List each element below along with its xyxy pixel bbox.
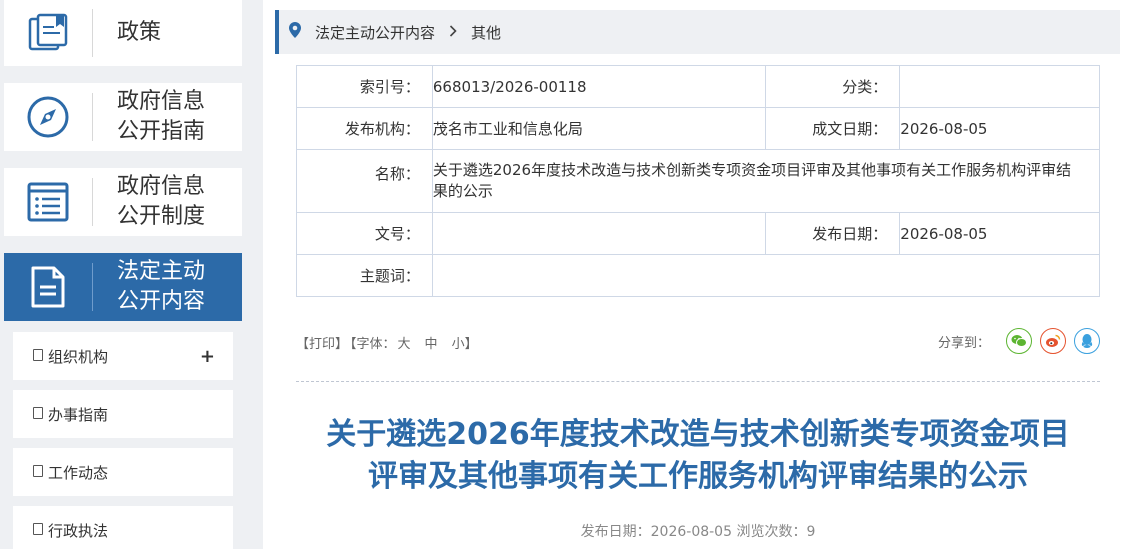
share-bar: 分享到： (938, 328, 1100, 354)
keywords-value (431, 254, 1101, 297)
list-icon (4, 168, 92, 236)
chevron-right-icon (449, 23, 457, 41)
nav-label: 政府信息 公开制度 (93, 172, 205, 232)
document-meta-table: 索引号： 668013/2026-00118 分类： 发布机构： 茂名市工业和信… (296, 65, 1101, 297)
policy-book-icon (4, 0, 92, 66)
font-tools: 【打印】 【字体：大中小】 (296, 333, 480, 352)
publisher-value: 茂名市工业和信息化局 (431, 107, 767, 150)
keywords-label: 主题词： (296, 254, 433, 297)
name-value: 关于遴选2026年度技术改造与技术创新类专项资金项目评审及其他事项有关工作服务机… (431, 149, 1101, 213)
sub-item-label: 行政执法 (48, 521, 109, 540)
publish-date-value: 2026-08-05 (899, 212, 1100, 255)
nav-label-line1: 法定主动 (117, 259, 206, 284)
share-label: 分享到： (937, 335, 990, 351)
category-value (899, 65, 1100, 108)
article-title-line1: 关于遴选2026年度技术改造与技术创新类专项资金项目 (326, 417, 1070, 452)
nav-item-mandatory-disclosure[interactable]: 法定主动 公开内容 (4, 253, 242, 321)
compass-icon (4, 83, 92, 151)
index-label: 索引号： (296, 65, 433, 108)
font-large-button[interactable]: 大 (398, 337, 411, 352)
wechat-share-icon[interactable] (1006, 328, 1032, 354)
nav-label-line1: 政府信息 (117, 174, 206, 199)
sub-item-label: 组织机构 (48, 347, 109, 366)
doc-number-label: 文号： (296, 212, 433, 255)
created-date-label: 成文日期： (765, 107, 901, 150)
article-title: 关于遴选2026年度技术改造与技术创新类专项资金项目 评审及其他事项有关工作服务… (296, 414, 1100, 498)
name-label: 名称： (296, 149, 433, 213)
article-title-line2: 评审及其他事项有关工作服务机构评审结果的公示 (368, 459, 1028, 494)
sub-item-law-enforcement[interactable]: 行政执法 (13, 506, 233, 549)
article-toolbar: 【打印】 【字体：大中小】 分享到： (296, 328, 1100, 354)
location-pin-icon (289, 22, 301, 42)
sub-item-work-news[interactable]: 工作动态 (13, 448, 233, 496)
sub-item-label: 工作动态 (48, 463, 109, 482)
nav-item-disclosure-system[interactable]: 政府信息 公开制度 (4, 168, 242, 236)
nav-label-line2: 公开指南 (117, 119, 206, 144)
doc-number-value (431, 212, 767, 255)
print-button[interactable]: 【打印】 (296, 337, 348, 352)
nav-label: 法定主动 公开内容 (93, 257, 205, 317)
main-content: 法定主动公开内容 其他 索引号： 668013/2026-00118 分类： 发… (263, 0, 1141, 549)
breadcrumb: 法定主动公开内容 其他 (275, 10, 1120, 54)
font-size-label: 【字体： (350, 337, 396, 352)
document-icon (33, 523, 43, 535)
font-small-button[interactable]: 小 (452, 337, 465, 352)
breadcrumb-current: 其他 (471, 23, 502, 42)
breadcrumb-link[interactable]: 法定主动公开内容 (315, 22, 435, 43)
sidebar: 政策 政府信息 公开指南 政府信息 公开制度 法定主动 公开内容 组织机构 + … (0, 0, 250, 549)
nav-label: 政府信息 公开指南 (93, 87, 205, 147)
nav-label-line2: 公开制度 (117, 204, 206, 229)
article-publish-info: 发布日期：2026-08-05 浏览次数：9 (580, 524, 816, 540)
document-icon (33, 407, 43, 419)
weibo-share-icon[interactable] (1040, 328, 1066, 354)
sub-item-organization[interactable]: 组织机构 + (13, 332, 233, 380)
document-icon (33, 349, 43, 361)
publisher-label: 发布机构： (296, 107, 433, 150)
category-label: 分类： (765, 65, 901, 108)
expand-plus-icon[interactable]: + (200, 346, 215, 367)
created-date-value: 2026-08-05 (899, 107, 1100, 150)
nav-label-line2: 公开内容 (117, 289, 206, 314)
qq-share-icon[interactable] (1074, 328, 1100, 354)
divider (296, 381, 1100, 382)
sub-item-service-guide[interactable]: 办事指南 (13, 390, 233, 438)
nav-label: 政策 (117, 20, 162, 45)
font-size-close: 】 (464, 337, 478, 352)
nav-item-policy[interactable]: 政策 (4, 0, 242, 66)
font-medium-button[interactable]: 中 (425, 337, 438, 352)
index-value: 668013/2026-00118 (431, 65, 767, 108)
sub-item-label: 办事指南 (48, 405, 109, 424)
document-icon (4, 253, 92, 321)
publish-date-label: 发布日期： (765, 212, 901, 255)
document-icon (33, 465, 43, 477)
nav-label-line1: 政府信息 (117, 89, 206, 114)
nav-item-disclosure-guide[interactable]: 政府信息 公开指南 (4, 83, 242, 151)
